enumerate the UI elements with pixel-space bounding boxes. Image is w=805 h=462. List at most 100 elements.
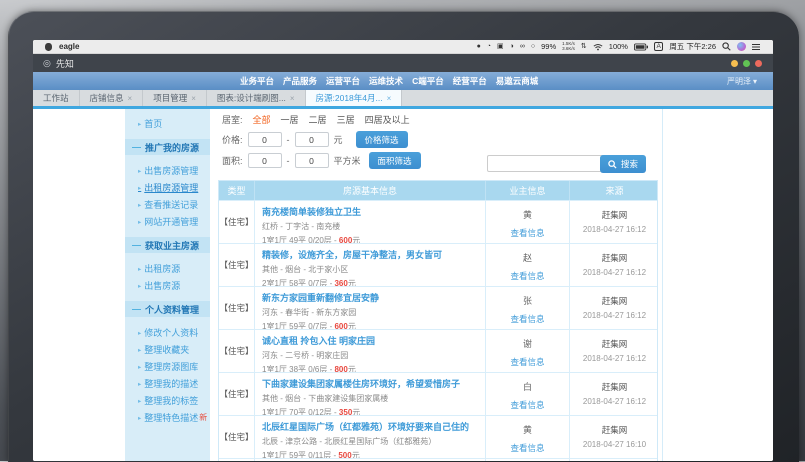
- owner-name: 白: [522, 382, 532, 392]
- sidebar-item[interactable]: — 推广我的房源: [125, 139, 210, 155]
- nav-item[interactable]: 业务平台: [240, 75, 274, 87]
- price-filter-button[interactable]: 价格筛选: [355, 131, 408, 148]
- updown-arrows-icon[interactable]: ⇅: [581, 40, 587, 54]
- arrow-right-icon: ▸: [138, 414, 142, 422]
- sidebar-item[interactable]: ▸ 整理我的标签: [125, 392, 210, 409]
- input-source-icon[interactable]: A: [653, 42, 664, 51]
- menubar-app-name[interactable]: eagle: [59, 42, 79, 51]
- search-button[interactable]: 搜索: [600, 155, 647, 173]
- siri-icon[interactable]: [737, 42, 746, 51]
- view-info-link[interactable]: 查看信息: [510, 356, 544, 368]
- sidebar: ▸ 首页 — 推广我的房源 ▸ 出售房源管理 ▸ 出租房源管理 ▸ 查看推送记录…: [125, 109, 210, 461]
- sidebar-item[interactable]: ▸ 出售房源管理: [125, 162, 210, 179]
- user-menu[interactable]: 严明泽 ▾: [727, 72, 757, 90]
- listing-table: 类型 房源基本信息 业主信息 来源 【住宅】 南充楼简单装修独立卫生 红桥 - …: [218, 180, 658, 461]
- area-filter-button[interactable]: 面积筛选: [368, 152, 421, 169]
- range-separator: -: [286, 134, 290, 145]
- nav-item[interactable]: 经营平台: [453, 75, 487, 87]
- area-min-input[interactable]: [247, 153, 282, 168]
- drop-icon[interactable]: ●: [477, 40, 481, 54]
- price-max-input[interactable]: [294, 132, 329, 147]
- circles-icon[interactable]: ◔: [487, 40, 491, 54]
- menubar-clock[interactable]: 周五 下午2:26: [669, 41, 716, 52]
- owner-name: 张: [522, 296, 532, 306]
- listing-title-link[interactable]: 北辰红星国际广场（红都雅苑）环境好要来自己住的: [262, 420, 479, 433]
- sidebar-item[interactable]: ▸ 查看推送记录: [125, 196, 210, 213]
- listing-title-link[interactable]: 诚心直租 拎包入住 明家庄园: [262, 334, 479, 347]
- circle-icon[interactable]: ○: [531, 40, 535, 54]
- arrow-right-icon: ▸: [138, 265, 142, 273]
- view-info-link[interactable]: 查看信息: [510, 313, 544, 325]
- search-input[interactable]: [487, 155, 605, 172]
- close-button[interactable]: [755, 59, 762, 67]
- table-row: 【住宅】 下曲家建设集团家属楼住房环境好，希望爱惜房子 其他 - 烟台 - 下曲…: [219, 372, 657, 415]
- view-info-link[interactable]: 查看信息: [510, 270, 544, 282]
- moon-icon[interactable]: ◑: [510, 40, 514, 54]
- sidebar-item[interactable]: ▸ 网站开通管理: [125, 213, 210, 230]
- price-min-input[interactable]: [247, 132, 282, 147]
- listing-title-link[interactable]: 精装修，设施齐全，房屋干净整洁，男女皆可: [262, 248, 479, 261]
- search-icon[interactable]: [722, 42, 731, 51]
- sidebar-item[interactable]: ▸ 出租房源: [125, 260, 210, 277]
- minimize-button[interactable]: [731, 59, 738, 67]
- page-content: ▸ 首页 — 推广我的房源 ▸ 出售房源管理 ▸ 出租房源管理 ▸ 查看推送记录…: [33, 109, 773, 461]
- listing-title-link[interactable]: 南充楼简单装修独立卫生: [262, 205, 479, 218]
- arrow-right-icon: ▸: [138, 120, 142, 128]
- sidebar-item[interactable]: ▸ 出售房源: [125, 277, 210, 294]
- window-icon[interactable]: ▣: [497, 40, 504, 54]
- tab[interactable]: 店铺信息 ×: [80, 90, 144, 106]
- nav-item[interactable]: C端平台: [412, 75, 444, 87]
- close-icon[interactable]: ×: [191, 94, 196, 103]
- source-date: 2018-04-27 16:10: [582, 440, 647, 449]
- close-icon[interactable]: ×: [387, 94, 392, 103]
- wifi-icon[interactable]: [593, 43, 603, 51]
- nav-item[interactable]: 易遨云商城: [496, 75, 539, 87]
- content-divider: [662, 109, 663, 461]
- nav-item[interactable]: 产品服务: [283, 75, 317, 87]
- price-unit: 元: [333, 135, 343, 145]
- arrow-right-icon: ▸: [138, 346, 142, 354]
- macos-menubar: eagle ● ◔ ▣ ◑ ∞ ○ 99% 1.5K/s 3.6K/s ⇅ 10…: [33, 40, 773, 54]
- sidebar-item[interactable]: — 个人资料管理: [125, 301, 210, 317]
- sidebar-item[interactable]: ▸ 修改个人资料: [125, 324, 210, 341]
- col-header-owner[interactable]: 业主信息: [486, 181, 570, 200]
- col-header-source[interactable]: 来源: [570, 181, 659, 200]
- sidebar-item-label: 整理我的标签: [144, 396, 199, 406]
- zoom-button[interactable]: [743, 59, 750, 67]
- close-icon[interactable]: ×: [290, 94, 295, 103]
- sidebar-item[interactable]: ▸ 整理房源图库: [125, 358, 210, 375]
- owner-name: 黄: [522, 210, 532, 220]
- tab[interactable]: 房源:2018年4月... ×: [305, 90, 403, 106]
- sidebar-item[interactable]: ▸ 整理特色描述 新: [125, 409, 210, 426]
- nav-item[interactable]: 运维技术: [369, 75, 403, 87]
- area-max-input[interactable]: [294, 153, 329, 168]
- room-option[interactable]: 三居: [337, 113, 355, 126]
- tab[interactable]: 项目管理 ×: [143, 90, 207, 106]
- tab[interactable]: 图表:设计端刷图... ×: [207, 90, 306, 106]
- view-info-link[interactable]: 查看信息: [510, 227, 544, 239]
- nav-item[interactable]: 运营平台: [326, 75, 360, 87]
- listing-title-link[interactable]: 下曲家建设集团家属楼住房环境好，希望爱惜房子: [262, 377, 479, 390]
- room-option[interactable]: 四居及以上: [365, 113, 410, 126]
- listing-price: 360: [334, 279, 348, 286]
- room-option[interactable]: 全部: [253, 113, 271, 126]
- glasses-icon[interactable]: ∞: [520, 40, 525, 54]
- sidebar-item[interactable]: ▸ 整理我的描述: [125, 375, 210, 392]
- tab[interactable]: 工作站: [33, 90, 80, 106]
- sidebar-item[interactable]: — 获取业主房源: [125, 237, 210, 253]
- room-option[interactable]: 二居: [309, 113, 327, 126]
- view-info-link[interactable]: 查看信息: [510, 399, 544, 411]
- view-info-link[interactable]: 查看信息: [510, 442, 544, 454]
- apple-icon[interactable]: [45, 42, 52, 51]
- notification-center-icon[interactable]: [752, 43, 760, 50]
- listing-title-link[interactable]: 新东方家园重新翻修宜居安静: [262, 291, 479, 304]
- close-icon[interactable]: ×: [128, 94, 133, 103]
- sidebar-item[interactable]: ▸ 出租房源管理: [125, 179, 210, 196]
- listing-price: 500: [338, 451, 352, 458]
- room-option[interactable]: 一居: [281, 113, 299, 126]
- sidebar-item-label: 整理特色描述: [144, 413, 199, 423]
- source-date: 2018-04-27 16:12: [582, 397, 647, 406]
- sidebar-item[interactable]: ▸ 整理收藏夹: [125, 341, 210, 358]
- sidebar-item[interactable]: ▸ 首页: [125, 115, 210, 132]
- arrow-right-icon: ▸: [138, 363, 142, 371]
